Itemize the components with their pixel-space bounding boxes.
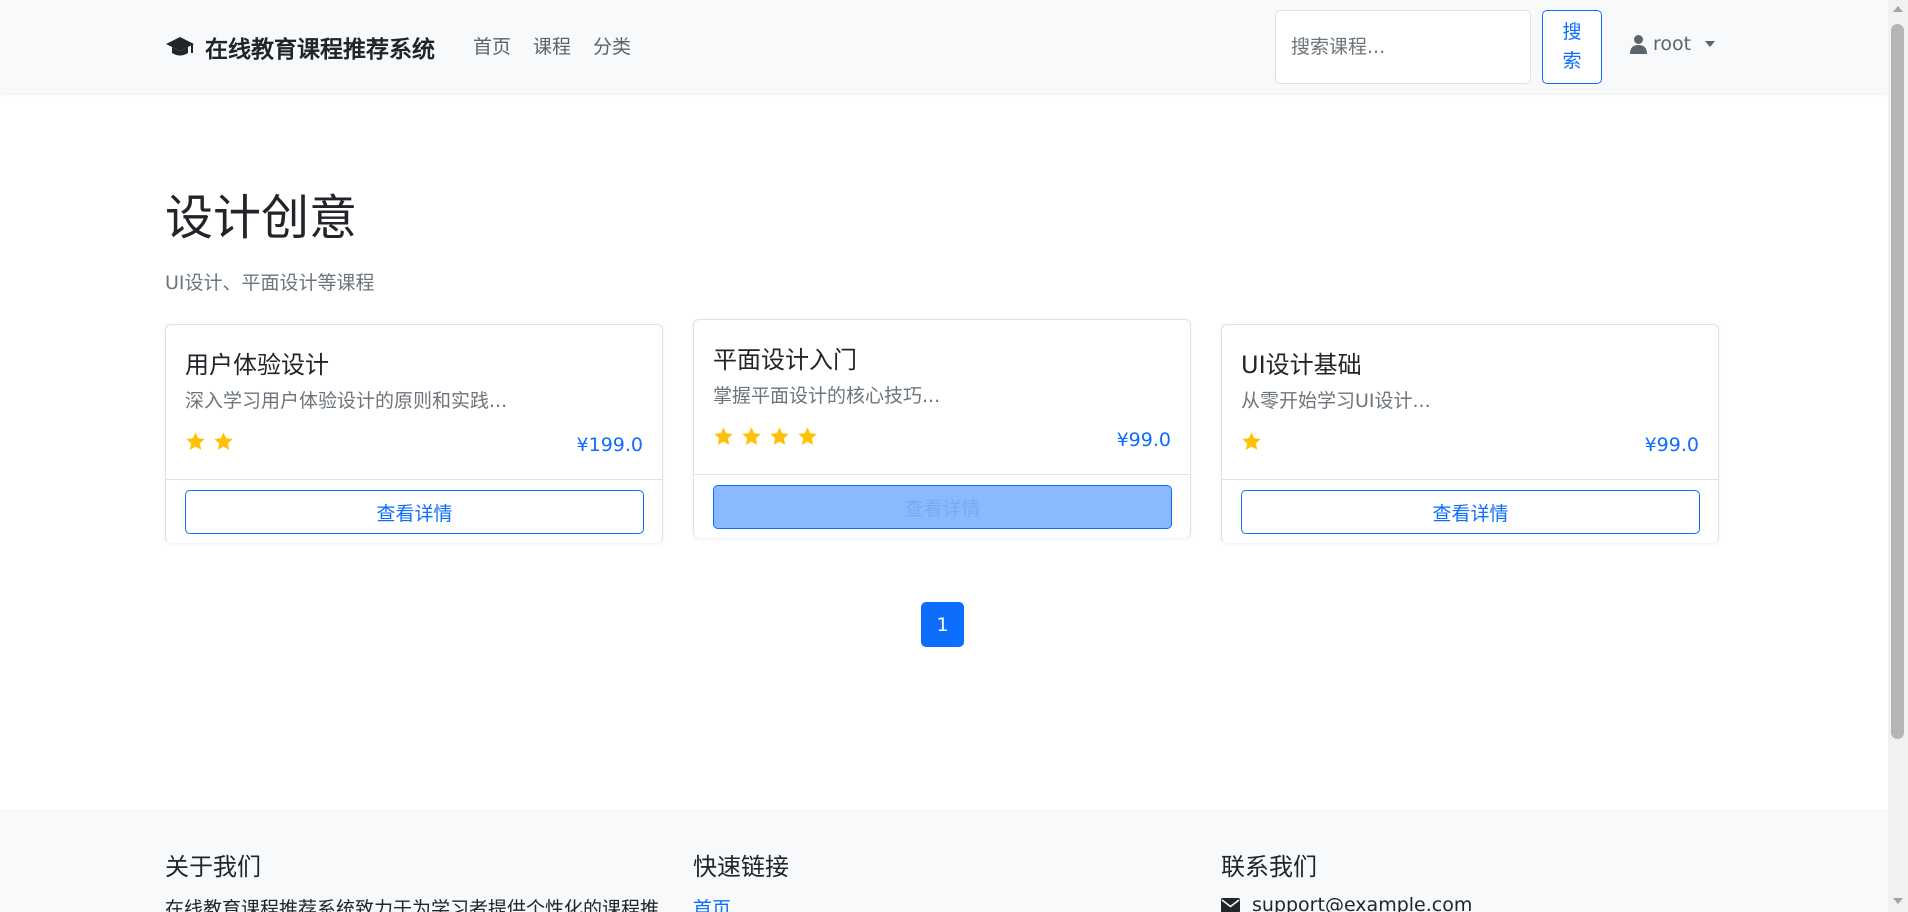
course-title: UI设计基础 bbox=[1241, 351, 1362, 379]
footer-about-title: 关于我们 bbox=[165, 853, 261, 881]
course-card: 平面设计入门 掌握平面设计的核心技巧... ¥99.0 查看详情 bbox=[693, 319, 1191, 538]
user-name: root bbox=[1653, 33, 1692, 55]
footer-email: support@example.com bbox=[1221, 894, 1472, 912]
scrollbar-thumb[interactable] bbox=[1891, 24, 1904, 739]
footer-links-title: 快速链接 bbox=[693, 853, 789, 881]
footer-links: 快速链接 首页 bbox=[693, 847, 789, 912]
rating-stars bbox=[185, 431, 234, 452]
search-input[interactable] bbox=[1275, 10, 1531, 84]
pagination-page-1[interactable]: 1 bbox=[921, 602, 964, 647]
scroll-up-arrow-icon[interactable] bbox=[1893, 6, 1903, 12]
star-icon bbox=[741, 426, 762, 447]
rating-stars bbox=[713, 426, 818, 447]
nav-links: 首页 课程 分类 bbox=[473, 32, 631, 59]
course-description: 掌握平面设计的核心技巧... bbox=[713, 385, 941, 407]
course-title: 平面设计入门 bbox=[713, 346, 857, 374]
course-price: ¥99.0 bbox=[1116, 429, 1171, 451]
card-body: UI设计基础 从零开始学习UI设计... ¥99.0 bbox=[1222, 325, 1718, 479]
card-footer: 查看详情 bbox=[694, 474, 1190, 538]
course-card: UI设计基础 从零开始学习UI设计... ¥99.0 查看详情 bbox=[1221, 324, 1719, 543]
card-footer: 查看详情 bbox=[1222, 479, 1718, 543]
card-body: 用户体验设计 深入学习用户体验设计的原则和实践... ¥199.0 bbox=[166, 325, 662, 479]
nav-link-home[interactable]: 首页 bbox=[473, 32, 511, 59]
envelope-icon bbox=[1221, 897, 1240, 912]
brand-text: 在线教育课程推荐系统 bbox=[205, 37, 435, 63]
star-icon bbox=[185, 431, 206, 452]
brand-link[interactable]: 在线教育课程推荐系统 bbox=[165, 30, 435, 64]
card-body: 平面设计入门 掌握平面设计的核心技巧... ¥99.0 bbox=[694, 320, 1190, 474]
footer: 关于我们 在线教育课程推荐系统致力于为学习者提供个性化的课程推 快速链接 首页 … bbox=[0, 809, 1888, 912]
page-description: UI设计、平面设计等课程 bbox=[165, 272, 375, 294]
star-icon bbox=[797, 426, 818, 447]
rating-stars bbox=[1241, 431, 1262, 452]
user-icon bbox=[1630, 35, 1647, 54]
course-price: ¥199.0 bbox=[576, 434, 643, 456]
nav-link-courses[interactable]: 课程 bbox=[533, 32, 571, 59]
card-footer: 查看详情 bbox=[166, 479, 662, 543]
course-card: 用户体验设计 深入学习用户体验设计的原则和实践... ¥199.0 查看详情 bbox=[165, 324, 663, 543]
page-title: 设计创意 bbox=[165, 190, 358, 246]
star-icon bbox=[1241, 431, 1262, 452]
caret-down-icon bbox=[1705, 41, 1716, 47]
view-details-button[interactable]: 查看详情 bbox=[713, 485, 1172, 529]
footer-link-home[interactable]: 首页 bbox=[693, 894, 789, 912]
footer-contact-title: 联系我们 bbox=[1221, 853, 1317, 881]
course-title: 用户体验设计 bbox=[185, 351, 329, 379]
graduation-cap-icon bbox=[166, 37, 194, 56]
footer-about-text: 在线教育课程推荐系统致力于为学习者提供个性化的课程推 bbox=[165, 898, 660, 912]
nav-link-categories[interactable]: 分类 bbox=[593, 32, 631, 59]
course-description: 深入学习用户体验设计的原则和实践... bbox=[185, 390, 508, 412]
star-icon bbox=[213, 431, 234, 452]
user-dropdown[interactable]: root bbox=[1630, 33, 1716, 55]
navbar: 在线教育课程推荐系统 首页 课程 分类 搜索 root bbox=[0, 0, 1888, 93]
view-details-button[interactable]: 查看详情 bbox=[1241, 490, 1700, 534]
footer-about: 关于我们 在线教育课程推荐系统致力于为学习者提供个性化的课程推 bbox=[165, 847, 659, 912]
view-details-button[interactable]: 查看详情 bbox=[185, 490, 644, 534]
star-icon bbox=[713, 426, 734, 447]
course-description: 从零开始学习UI设计... bbox=[1241, 390, 1431, 412]
search-button[interactable]: 搜索 bbox=[1542, 10, 1602, 84]
footer-email-text: support@example.com bbox=[1252, 894, 1473, 912]
star-icon bbox=[769, 426, 790, 447]
scroll-down-arrow-icon[interactable] bbox=[1893, 898, 1903, 904]
footer-contact: 联系我们 support@example.com bbox=[1221, 847, 1472, 912]
course-price: ¥99.0 bbox=[1644, 434, 1699, 456]
